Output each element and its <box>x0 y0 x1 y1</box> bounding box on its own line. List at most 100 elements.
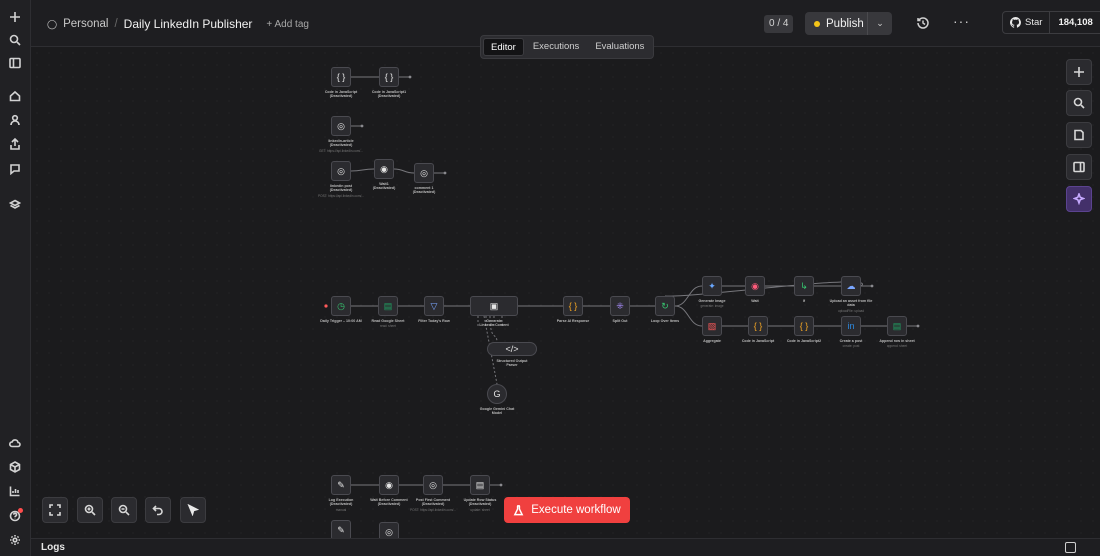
wait-icon: ◉ <box>751 280 759 291</box>
workflow-node[interactable]: ▤ <box>378 296 398 316</box>
workflow-node[interactable]: ◉ <box>374 159 394 179</box>
add-tag-button[interactable]: + Add tag <box>266 19 309 30</box>
workflow-node[interactable]: ▤ <box>887 316 907 336</box>
node-label: linkedin-article (Deactivated) <box>328 139 354 148</box>
workflow-node[interactable]: ▤ <box>470 475 490 495</box>
if-icon: ↳ <box>800 280 808 291</box>
publish-label: Publish <box>826 17 864 30</box>
connection-line <box>350 168 375 172</box>
history-icon[interactable] <box>916 16 930 30</box>
more-options-icon[interactable]: ··· <box>953 13 970 29</box>
sheet-icon: ▤ <box>383 300 393 311</box>
workflow-node[interactable]: ↳ <box>794 276 814 296</box>
in-icon: in <box>847 321 855 331</box>
workflow-node[interactable]: { } <box>794 316 814 336</box>
workflow-node[interactable]: ◉ <box>745 276 765 296</box>
zoom-in-button[interactable] <box>77 497 103 523</box>
share-icon[interactable] <box>6 135 24 153</box>
workflow-node[interactable]: </> <box>487 342 537 356</box>
breadcrumb-project[interactable]: Personal <box>63 18 108 30</box>
workflow-node[interactable]: in <box>841 316 861 336</box>
workflow-canvas[interactable]: { } Code in JavaScript (Deactivated){ } Co… <box>31 47 1100 538</box>
github-star-label: Star <box>1025 17 1043 28</box>
connection-line <box>393 168 415 174</box>
upload-icon: ☁ <box>846 280 856 291</box>
filter-icon: ▽ <box>430 300 438 311</box>
insights-icon[interactable] <box>6 482 24 500</box>
workflow-node[interactable]: ◎ <box>423 475 443 495</box>
globe-icon: ◎ <box>420 167 428 178</box>
cloud-icon[interactable] <box>6 434 24 452</box>
workflow-node[interactable]: ▽ <box>424 296 444 316</box>
github-star-button[interactable]: Star 184,108 <box>1002 11 1100 34</box>
settings-icon[interactable] <box>6 531 24 549</box>
expand-panel-icon[interactable] <box>1065 542 1076 553</box>
search-icon[interactable] <box>6 31 24 49</box>
{}-icon: { } <box>336 72 346 82</box>
workflow-node[interactable]: ◷ <box>331 296 351 316</box>
add-icon[interactable] <box>6 8 24 26</box>
workflow-node[interactable]: ✦ <box>702 276 722 296</box>
selection-mode-button[interactable] <box>180 497 206 523</box>
workflow-node[interactable]: ◎ <box>331 161 351 181</box>
workflow-name[interactable]: Daily LinkedIn Publisher <box>124 17 253 31</box>
output-handle <box>360 124 364 128</box>
output-handle <box>443 171 447 175</box>
workflow-node[interactable]: { } <box>331 67 351 87</box>
pencil-icon: ✎ <box>337 479 345 490</box>
node-subtitle: append: sheet <box>886 344 908 349</box>
node-label: Append row in sheet <box>879 339 915 343</box>
workflow-node[interactable]: ✎ <box>331 475 351 495</box>
tab-evaluations[interactable]: Evaluations <box>588 38 651 56</box>
panel-toggle-icon[interactable] <box>6 54 24 72</box>
toggle-panel-button[interactable] <box>1066 154 1092 180</box>
zoom-out-button[interactable] <box>111 497 137 523</box>
execute-workflow-label: Execute workflow <box>531 504 621 516</box>
workflow-node[interactable]: ◎ <box>331 116 351 136</box>
package-icon[interactable] <box>6 458 24 476</box>
tab-executions[interactable]: Executions <box>526 38 586 56</box>
node-label: Code in JavaScript1 (Deactivated) <box>371 90 407 99</box>
workflow-node[interactable]: ▧ <box>702 316 722 336</box>
workflow-node[interactable]: ☁ <box>841 276 861 296</box>
logs-label: Logs <box>41 542 65 553</box>
node-subtitle: GET: https://api.linkedin.com/... <box>319 148 363 153</box>
undo-button[interactable] <box>145 497 171 523</box>
home-icon[interactable] <box>6 87 24 105</box>
chat-icon[interactable] <box>6 160 24 178</box>
sticky-note-button[interactable] <box>1066 122 1092 148</box>
user-icon[interactable] <box>6 111 24 129</box>
node-label: Upload an asset from file data <box>829 299 873 308</box>
logs-panel-bar[interactable]: Logs <box>31 538 1100 556</box>
github-icon <box>1010 17 1021 28</box>
workflow-node[interactable]: G <box>487 384 507 404</box>
search-nodes-button[interactable] <box>1066 90 1092 116</box>
output-handle <box>499 483 503 487</box>
add-node-button[interactable] <box>1066 59 1092 85</box>
workflow-node[interactable]: ↻ <box>655 296 675 316</box>
fit-view-button[interactable] <box>42 497 68 523</box>
tab-editor[interactable]: Editor <box>483 38 524 56</box>
ai-assistant-button[interactable] <box>1066 186 1092 212</box>
execute-workflow-button[interactable]: Execute workflow <box>504 497 630 523</box>
globe-icon: ◎ <box>337 165 345 176</box>
active-counter-badge[interactable]: 0 / 4 <box>764 15 794 33</box>
breadcrumb: ◯ Personal / Daily LinkedIn Publisher + … <box>47 17 309 31</box>
workflow-node[interactable]: { } <box>748 316 768 336</box>
workflow-node[interactable]: ⁜ <box>610 296 630 316</box>
workflow-node[interactable]: ▣ <box>470 296 518 316</box>
workflow-node[interactable]: { } <box>379 67 399 87</box>
publish-button[interactable]: Publish ⌄ <box>805 12 892 35</box>
workflow-node[interactable]: { } <box>563 296 583 316</box>
help-icon[interactable] <box>6 507 24 525</box>
globe-icon: ◎ <box>385 526 393 537</box>
workflow-node[interactable]: ✎ <box>331 520 351 538</box>
workflow-node[interactable]: ◎ <box>379 522 399 538</box>
parser-icon: </> <box>505 344 519 354</box>
workflow-node[interactable]: ◎ <box>414 163 434 183</box>
wait-icon: ◉ <box>380 163 388 174</box>
workflow-node[interactable]: ◉ <box>379 475 399 495</box>
chevron-down-icon[interactable]: ⌄ <box>868 18 892 29</box>
layers-icon[interactable] <box>6 196 24 214</box>
{}-icon: { } <box>384 72 394 82</box>
